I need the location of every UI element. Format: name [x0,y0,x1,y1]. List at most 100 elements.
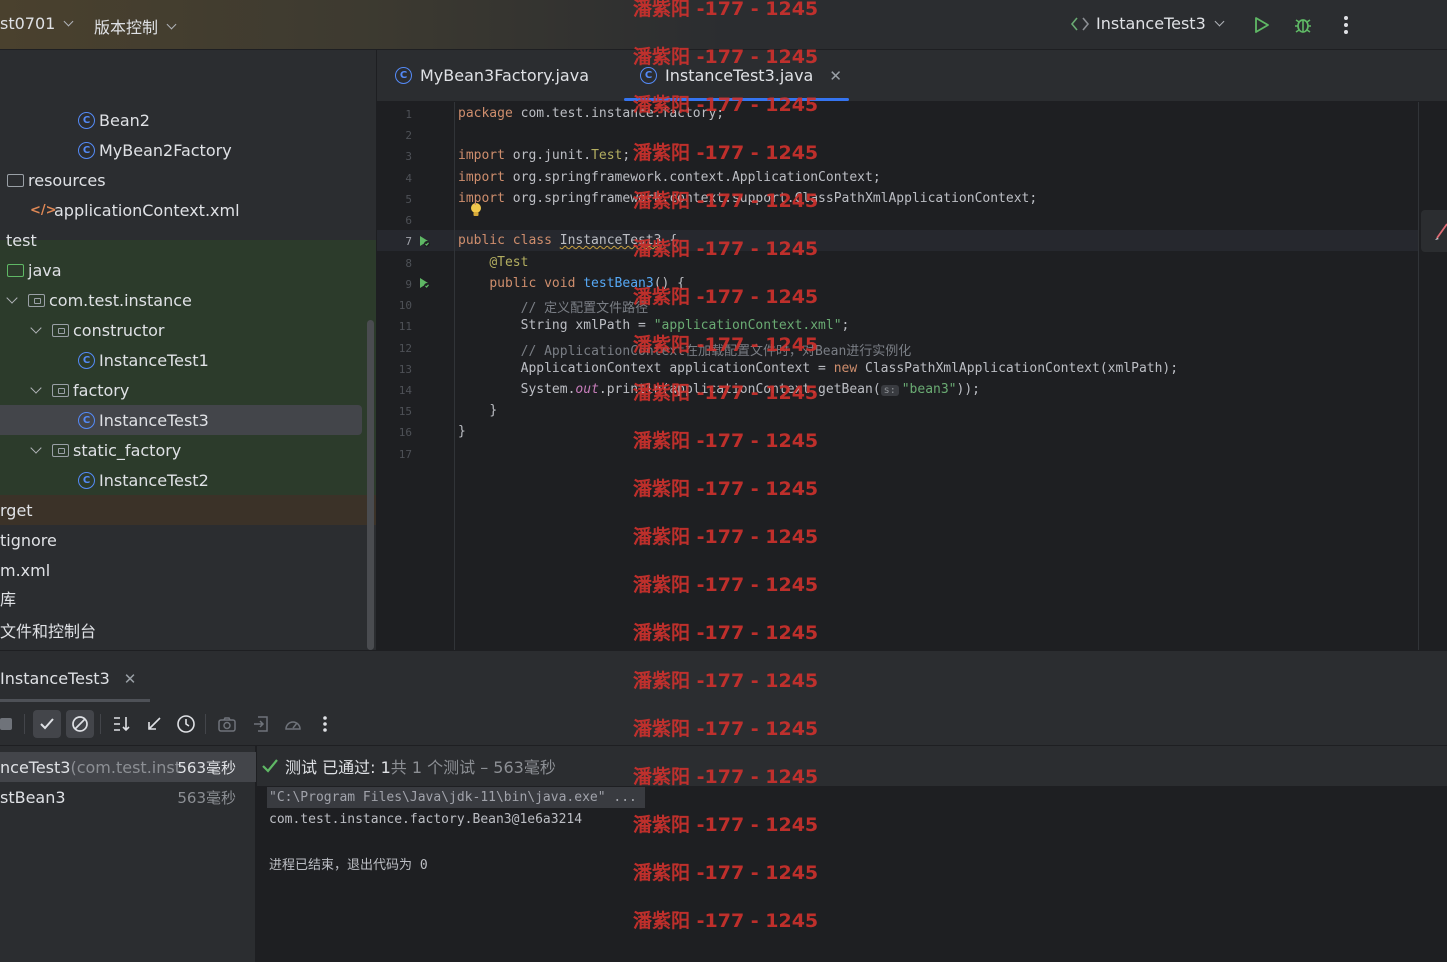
test-result-class[interactable]: nceTest3 (com.test.inst 563毫秒 [0,752,256,782]
tree-node-label: InstanceTest1 [99,350,209,370]
line-number: 12 [398,342,412,355]
watermark-text: 潘紫阳 -177 - 1245 [633,862,819,884]
tree-node-test[interactable]: test [0,225,376,255]
status-passed: 测试 已通过: 1 [285,758,391,777]
run-config-icon [1070,16,1090,31]
chevron-down-icon[interactable] [30,381,42,394]
line-number: 14 [398,384,412,397]
sort-button[interactable] [108,710,136,738]
run-test-method-icon[interactable] [417,276,431,290]
tree-scrollbar[interactable] [367,320,374,650]
tree-node-instancetest1[interactable]: C InstanceTest1 [0,345,376,375]
tree-node-mybean2factory[interactable]: C MyBean2Factory [0,135,376,165]
code-line-16: } [458,424,466,439]
tree-node-constructor[interactable]: constructor [0,315,376,345]
gutter-divider [454,102,455,650]
clock-icon [177,715,195,733]
history-button[interactable] [172,710,200,738]
bug-icon [1295,19,1311,33]
collapse-button[interactable] [140,710,168,738]
ignored-icon [72,716,88,732]
tree-node-bean2[interactable]: C Bean2 [0,105,376,135]
test-result-method[interactable]: stBean3 563毫秒 [0,782,256,812]
watermark-text: 潘紫阳 -177 - 1245 [633,46,819,68]
line-number: 6 [405,214,412,227]
run-tab-instancetest3[interactable]: InstanceTest3 ✕ [0,669,136,688]
close-icon[interactable]: ✕ [829,67,842,85]
console-output[interactable]: 测试 已通过: 1 共 1 个测试 – 563毫秒 "C:\Program Fi… [257,746,1447,962]
chevron-down-icon[interactable] [6,291,18,304]
line-number: 4 [405,172,412,185]
chevron-down-icon[interactable] [30,321,42,334]
class-icon: C [395,67,412,84]
class-icon: C [78,471,95,489]
project-tool-window: C Bean2 C MyBean2Factory resources </> appl… [0,50,377,650]
tree-node-java[interactable]: java [0,255,376,285]
watermark-text: 潘紫阳 -177 - 1245 [633,910,819,932]
console-command[interactable]: "C:\Program Files\Java\jdk-11\bin\java.e… [269,790,637,805]
line-number: 9 [405,278,412,291]
vcs-label: 版本控制 [94,18,159,37]
close-icon[interactable]: ✕ [124,670,137,688]
chevron-down-icon[interactable] [30,441,42,454]
camera-icon [218,717,236,732]
line-number: 3 [405,150,412,163]
watermark-text: 潘紫阳 -177 - 1245 [633,94,819,116]
package-icon [52,323,69,337]
tree-node-label: factory [73,380,130,400]
import-button[interactable] [247,710,275,738]
screenshot-button[interactable] [213,710,241,738]
console-line: com.test.instance.factory.Bean3@1e6a3214 [269,812,583,827]
run-button[interactable] [1249,13,1273,37]
line-number: 1 [405,108,412,121]
package-icon [52,443,69,457]
watermark-text: 潘紫阳 -177 - 1245 [633,238,819,260]
tree-node-resources[interactable]: resources [0,165,376,195]
line-number: 17 [398,448,412,461]
code-line-15: } [489,403,498,418]
tree-node-instancetest3[interactable]: C InstanceTest3 [0,405,376,435]
tree-node-instancetest2[interactable]: C InstanceTest2 [0,465,376,495]
tree-node-static-factory[interactable]: static_factory [0,435,376,465]
code-editor[interactable]: 1 2 3 4 5 6 7 8 9 10 11 12 13 14 15 16 17 package com.te… [377,102,1447,650]
tab-mybean3factory[interactable]: C MyBean3Factory.java [395,66,589,85]
stop-button[interactable] [0,710,20,738]
test-name: nceTest3 [0,757,71,777]
resources-folder-icon [7,173,24,187]
tree-node-factory[interactable]: factory [0,375,376,405]
source-folder-icon [7,263,24,277]
tree-node-target[interactable]: rget [0,495,376,525]
line-number: 15 [398,405,412,418]
show-ignored-toggle[interactable] [66,710,94,738]
play-icon [1255,17,1269,33]
ai-assistant-toggle[interactable] [1421,210,1447,252]
test-results-tree: nceTest3 (com.test.inst 563毫秒 stBean3 56… [0,746,256,962]
more-actions-button[interactable] [1334,13,1358,37]
more-vertical-icon [323,716,327,732]
toolbar-separator [24,714,25,734]
line-number: 2 [405,129,412,142]
tree-node-libraries[interactable]: 库 [0,583,376,613]
tree-node-pom-xml[interactable]: m.xml [0,555,376,585]
watermark-text: 潘紫阳 -177 - 1245 [633,766,819,788]
run-test-class-icon[interactable] [417,234,431,248]
run-config-selector[interactable]: InstanceTest3 [1070,14,1225,33]
coverage-button[interactable] [279,710,307,738]
vcs-menu[interactable]: 版本控制 [94,14,177,38]
project-switcher[interactable]: st0701 [0,14,74,33]
tree-node-applicationcontext-xml[interactable]: </> applicationContext.xml [0,195,376,225]
tree-node-gitignore[interactable]: tignore [0,525,376,555]
brush-icon [1435,223,1447,240]
tree-node-com-test-instance[interactable]: com.test.instance [0,285,376,315]
tree-node-scratches[interactable]: 文件和控制台 [0,615,376,645]
code-line-10: // 定义配置文件路径 [520,301,649,316]
more-vertical-icon [1344,16,1348,34]
class-icon: C [78,111,95,129]
tree-node-label: InstanceTest2 [99,470,209,490]
watermark-text: 潘紫阳 -177 - 1245 [633,142,819,164]
debug-button[interactable] [1291,13,1315,37]
show-passed-toggle[interactable] [33,710,61,738]
watermark-text: 潘紫阳 -177 - 1245 [633,622,819,644]
project-name: st0701 [0,14,56,33]
more-options-button[interactable] [311,710,339,738]
